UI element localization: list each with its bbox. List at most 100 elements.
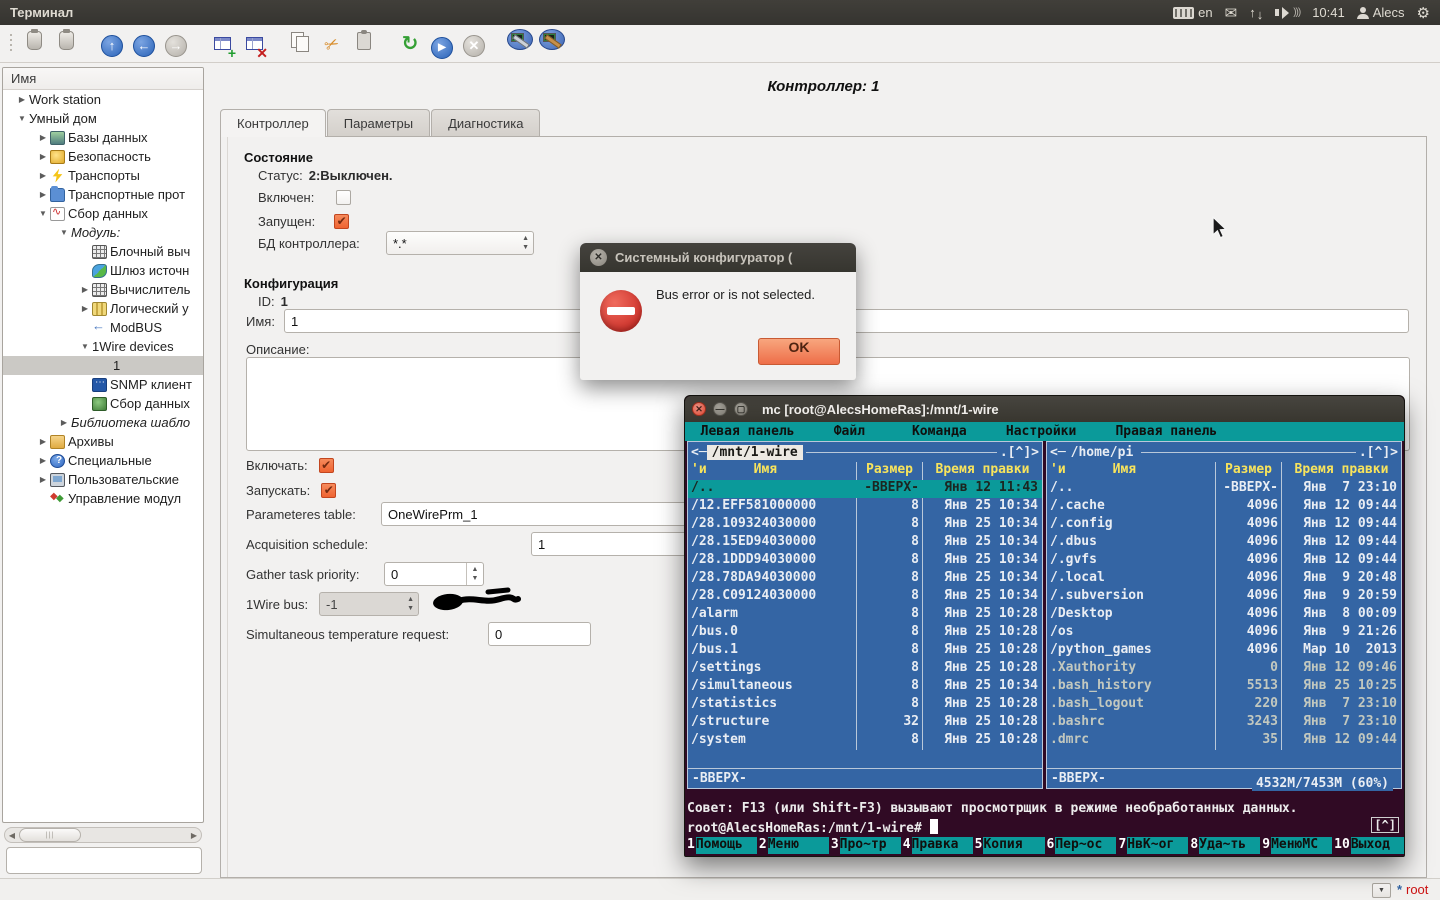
panel-corner-controls[interactable]: .[^]> xyxy=(1359,445,1398,460)
expander-icon[interactable]: ▼ xyxy=(57,228,71,237)
gear-icon[interactable]: ⚙ xyxy=(1417,4,1430,22)
paste-icon[interactable] xyxy=(350,27,378,55)
scroll-right-icon[interactable]: ▶ xyxy=(187,831,201,840)
expander-icon[interactable]: ▼ xyxy=(15,114,29,123)
refresh-icon[interactable]: ↻ xyxy=(396,29,424,57)
expander-icon[interactable]: ▶ xyxy=(78,304,92,313)
tab-controller[interactable]: Контроллер xyxy=(220,109,326,137)
file-row[interactable]: .dmrc35Янв 12 09:44 xyxy=(1047,732,1401,750)
stop-icon[interactable]: ✕ xyxy=(460,32,488,60)
file-row[interactable]: .bashrc3243Янв 7 23:10 xyxy=(1047,714,1401,732)
tree-item[interactable]: ▶Специальные xyxy=(3,451,203,470)
tree-item[interactable]: Шлюз источн xyxy=(3,261,203,280)
expander-icon[interactable]: ▶ xyxy=(36,475,50,484)
expander-icon[interactable]: ▶ xyxy=(78,285,92,294)
file-row[interactable]: .bash_logout220Янв 7 23:10 xyxy=(1047,696,1401,714)
row-del-icon[interactable]: ✕ xyxy=(240,30,268,58)
expander-icon[interactable]: ▶ xyxy=(36,190,50,199)
tree-item[interactable]: SNMP клиент xyxy=(3,375,203,394)
start-icon[interactable]: ▶ xyxy=(428,34,456,62)
file-row[interactable]: /.subversion4096Янв 9 20:59 xyxy=(1047,588,1401,606)
maximize-icon[interactable]: ▢ xyxy=(734,402,748,416)
command-corner-button[interactable]: [^] xyxy=(1371,817,1399,833)
file-row[interactable]: /.cache4096Янв 12 09:44 xyxy=(1047,498,1401,516)
file-row[interactable]: /bus.08Янв 25 10:28 xyxy=(688,624,1042,642)
cfg-a-icon[interactable] xyxy=(506,26,534,54)
file-row[interactable]: /system8Янв 25 10:28 xyxy=(688,732,1042,750)
file-row[interactable]: /os4096Янв 9 21:26 xyxy=(1047,624,1401,642)
tab-parameters[interactable]: Параметры xyxy=(327,109,430,136)
expander-icon[interactable]: ▶ xyxy=(57,418,71,427)
tree-item[interactable]: ▶Базы данных xyxy=(3,128,203,147)
tree-item[interactable]: ▶Work station xyxy=(3,90,203,109)
spinner-arrows-icon[interactable]: ▲▼ xyxy=(522,234,529,252)
onewire-bus-select[interactable]: -1 ▲▼ xyxy=(319,592,419,616)
tree-horizontal-scrollbar[interactable]: ◀ ||| ▶ xyxy=(4,827,202,843)
close-icon[interactable]: ✕ xyxy=(692,402,706,416)
file-row[interactable]: /..-ВВЕРХ-Янв 7 23:10 xyxy=(1047,480,1401,498)
fkey-10[interactable]: 10Выход xyxy=(1332,837,1404,854)
keyboard-layout-indicator[interactable]: en xyxy=(1173,5,1212,20)
file-row[interactable]: /Desktop4096Янв 8 00:09 xyxy=(1047,606,1401,624)
expander-icon[interactable]: ▶ xyxy=(36,133,50,142)
tree-item[interactable]: ▶Пользовательские xyxy=(3,470,203,489)
fkey-6[interactable]: 6Пер~ос xyxy=(1045,837,1117,854)
mc-command-prompt[interactable]: root@AlecsHomeRas:/mnt/1-wire# [^] xyxy=(685,819,1404,837)
expander-icon[interactable]: ▶ xyxy=(36,152,50,161)
to-start-checkbox[interactable] xyxy=(321,483,336,498)
file-row[interactable]: /28.1093240300008Янв 25 10:34 xyxy=(688,516,1042,534)
file-row[interactable]: /.config4096Янв 12 09:44 xyxy=(1047,516,1401,534)
fkey-7[interactable]: 7НвК~ог xyxy=(1116,837,1188,854)
jar-out-icon[interactable] xyxy=(52,27,80,55)
file-row[interactable]: /.dbus4096Янв 12 09:44 xyxy=(1047,534,1401,552)
tree-item[interactable]: ▶Библиотека шабло xyxy=(3,413,203,432)
fkey-5[interactable]: 5Копия xyxy=(973,837,1045,854)
fkey-2[interactable]: 2Меню xyxy=(757,837,829,854)
controller-db-select[interactable]: *.* ▲▼ xyxy=(386,231,534,255)
fkey-3[interactable]: 3Про~тр xyxy=(829,837,901,854)
file-row[interactable]: /12.EFF5810000008Янв 25 10:34 xyxy=(688,498,1042,516)
file-row[interactable]: /settings8Янв 25 10:28 xyxy=(688,660,1042,678)
right-panel-path[interactable]: /home/pi xyxy=(1066,445,1139,460)
fkey-1[interactable]: 1Помощь xyxy=(685,837,757,854)
back-icon[interactable]: ← xyxy=(130,32,158,60)
file-row[interactable]: /.gvfs4096Янв 12 09:44 xyxy=(1047,552,1401,570)
file-row[interactable]: /python_games4096Мар 10 2013 xyxy=(1047,642,1401,660)
tree-column-header[interactable]: Имя xyxy=(3,68,203,90)
tree-item[interactable]: ▼Сбор данных xyxy=(3,204,203,223)
right-panel-header[interactable]: <─ /home/pi .[^]> xyxy=(1047,442,1401,462)
tree-item[interactable]: ▶Вычислитель xyxy=(3,280,203,299)
row-add-icon[interactable]: + xyxy=(208,30,236,58)
tree-item[interactable]: ModBUS xyxy=(3,318,203,337)
toolbar-grip[interactable] xyxy=(8,34,16,54)
tree-item[interactable]: ▼1Wire devices xyxy=(3,337,203,356)
jar-in-icon[interactable] xyxy=(20,27,48,55)
tree-item[interactable]: ▶Безопасность xyxy=(3,147,203,166)
expander-icon[interactable]: ▼ xyxy=(78,342,92,351)
tree-item[interactable]: ▼Модуль: xyxy=(3,223,203,242)
left-panel-path[interactable]: /mnt/1-wire xyxy=(707,445,803,460)
expander-icon[interactable]: ▶ xyxy=(36,437,50,446)
file-row[interactable]: /structure32Янв 25 10:28 xyxy=(688,714,1042,732)
expander-icon[interactable]: ▶ xyxy=(36,456,50,465)
tree-filter-input[interactable] xyxy=(6,847,202,874)
tab-diagnostics[interactable]: Диагностика xyxy=(431,109,540,136)
file-row[interactable]: /simultaneous8Янв 25 10:34 xyxy=(688,678,1042,696)
up-icon[interactable]: ↑ xyxy=(98,32,126,60)
file-row[interactable]: /.local4096Янв 9 20:48 xyxy=(1047,570,1401,588)
minimize-icon[interactable]: — xyxy=(713,402,727,416)
tree-item[interactable]: ▼Умный дом xyxy=(3,109,203,128)
cut-icon[interactable]: ✂ xyxy=(318,31,346,59)
enabled-checkbox[interactable] xyxy=(336,190,351,205)
file-row[interactable]: /statistics8Янв 25 10:28 xyxy=(688,696,1042,714)
tree-item[interactable]: ▶Логический у xyxy=(3,299,203,318)
tree-item[interactable]: ▶Транспорты xyxy=(3,166,203,185)
file-row[interactable]: /28.C091240300008Янв 25 10:34 xyxy=(688,588,1042,606)
tree-item[interactable]: Управление модул xyxy=(3,489,203,508)
left-panel-columns[interactable]: 'и Имя Размер Время правки xyxy=(688,462,1042,480)
gather-priority-spinbox[interactable]: 0 ▲▼ xyxy=(384,562,484,586)
copy-icon[interactable] xyxy=(286,27,314,55)
fkey-8[interactable]: 8Уда~ть xyxy=(1188,837,1260,854)
file-row[interactable]: .Xauthority0Янв 12 09:46 xyxy=(1047,660,1401,678)
close-icon[interactable]: ✕ xyxy=(590,249,607,266)
